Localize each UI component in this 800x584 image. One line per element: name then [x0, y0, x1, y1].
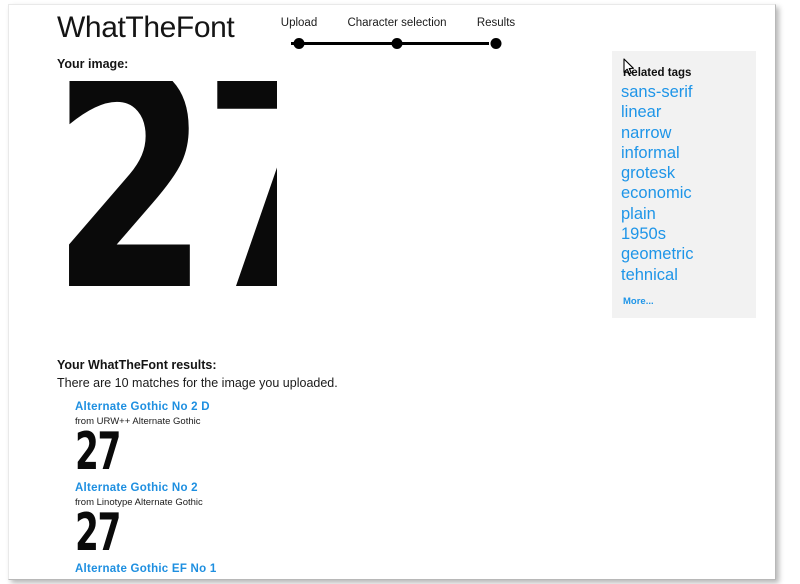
- step-label-character-selection[interactable]: Character selection: [347, 17, 446, 29]
- related-tags-panel: Related tags sans-serif linear narrow in…: [612, 51, 756, 318]
- step-dot-upload[interactable]: [293, 38, 305, 49]
- result-font-sample: 27: [75, 509, 121, 551]
- tag-item[interactable]: informal: [621, 143, 752, 163]
- tag-item[interactable]: narrow: [621, 123, 752, 143]
- tag-item[interactable]: linear: [621, 102, 752, 122]
- result-font-name[interactable]: Alternate Gothic No 2: [75, 482, 495, 494]
- result-font-sample: 27: [75, 428, 121, 470]
- result-font-name[interactable]: Alternate Gothic No 2 D: [75, 401, 495, 413]
- tag-item[interactable]: economic: [621, 183, 752, 203]
- uploaded-image-glyphs: 27: [57, 81, 277, 313]
- results-heading: Your WhatTheFont results:: [57, 358, 217, 372]
- tag-item[interactable]: geometric: [621, 244, 752, 264]
- related-tags-more-link[interactable]: More...: [623, 296, 654, 307]
- browser-window: WhatTheFont Upload Character selection R…: [8, 4, 776, 580]
- result-font-foundry: from Linotype Alternate Gothic: [75, 497, 203, 508]
- step-dot-results[interactable]: [490, 38, 502, 49]
- result-item: Alternate Gothic No 2 from Linotype Alte…: [75, 482, 495, 551]
- step-label-upload[interactable]: Upload: [281, 17, 317, 29]
- related-tags-list: sans-serif linear narrow informal grotes…: [621, 82, 752, 285]
- tag-item[interactable]: sans-serif: [621, 82, 752, 102]
- tag-item[interactable]: 1950s: [621, 224, 752, 244]
- results-list: Alternate Gothic No 2 D from URW++ Alter…: [75, 401, 495, 579]
- result-font-name[interactable]: Alternate Gothic EF No 1: [75, 563, 495, 575]
- step-dot-character-selection[interactable]: [391, 38, 403, 49]
- result-item: Alternate Gothic No 2 D from URW++ Alter…: [75, 401, 495, 470]
- results-count-text: There are 10 matches for the image you u…: [57, 376, 338, 390]
- result-item: Alternate Gothic EF No 1: [75, 563, 495, 575]
- step-progress-indicator: Upload Character selection Results: [267, 17, 517, 49]
- site-title: WhatTheFont: [57, 11, 235, 44]
- step-label-results[interactable]: Results: [477, 17, 515, 29]
- your-image-label: Your image:: [57, 57, 129, 71]
- tag-item[interactable]: grotesk: [621, 163, 752, 183]
- uploaded-image-preview: 27: [57, 81, 277, 313]
- page-content: WhatTheFont Upload Character selection R…: [9, 5, 775, 579]
- step-label-row: Upload Character selection Results: [267, 17, 517, 33]
- related-tags-title: Related tags: [623, 67, 692, 79]
- result-font-foundry: from URW++ Alternate Gothic: [75, 416, 201, 427]
- step-track-line: [291, 42, 489, 45]
- tag-item[interactable]: plain: [621, 204, 752, 224]
- tag-item[interactable]: tehnical: [621, 265, 752, 285]
